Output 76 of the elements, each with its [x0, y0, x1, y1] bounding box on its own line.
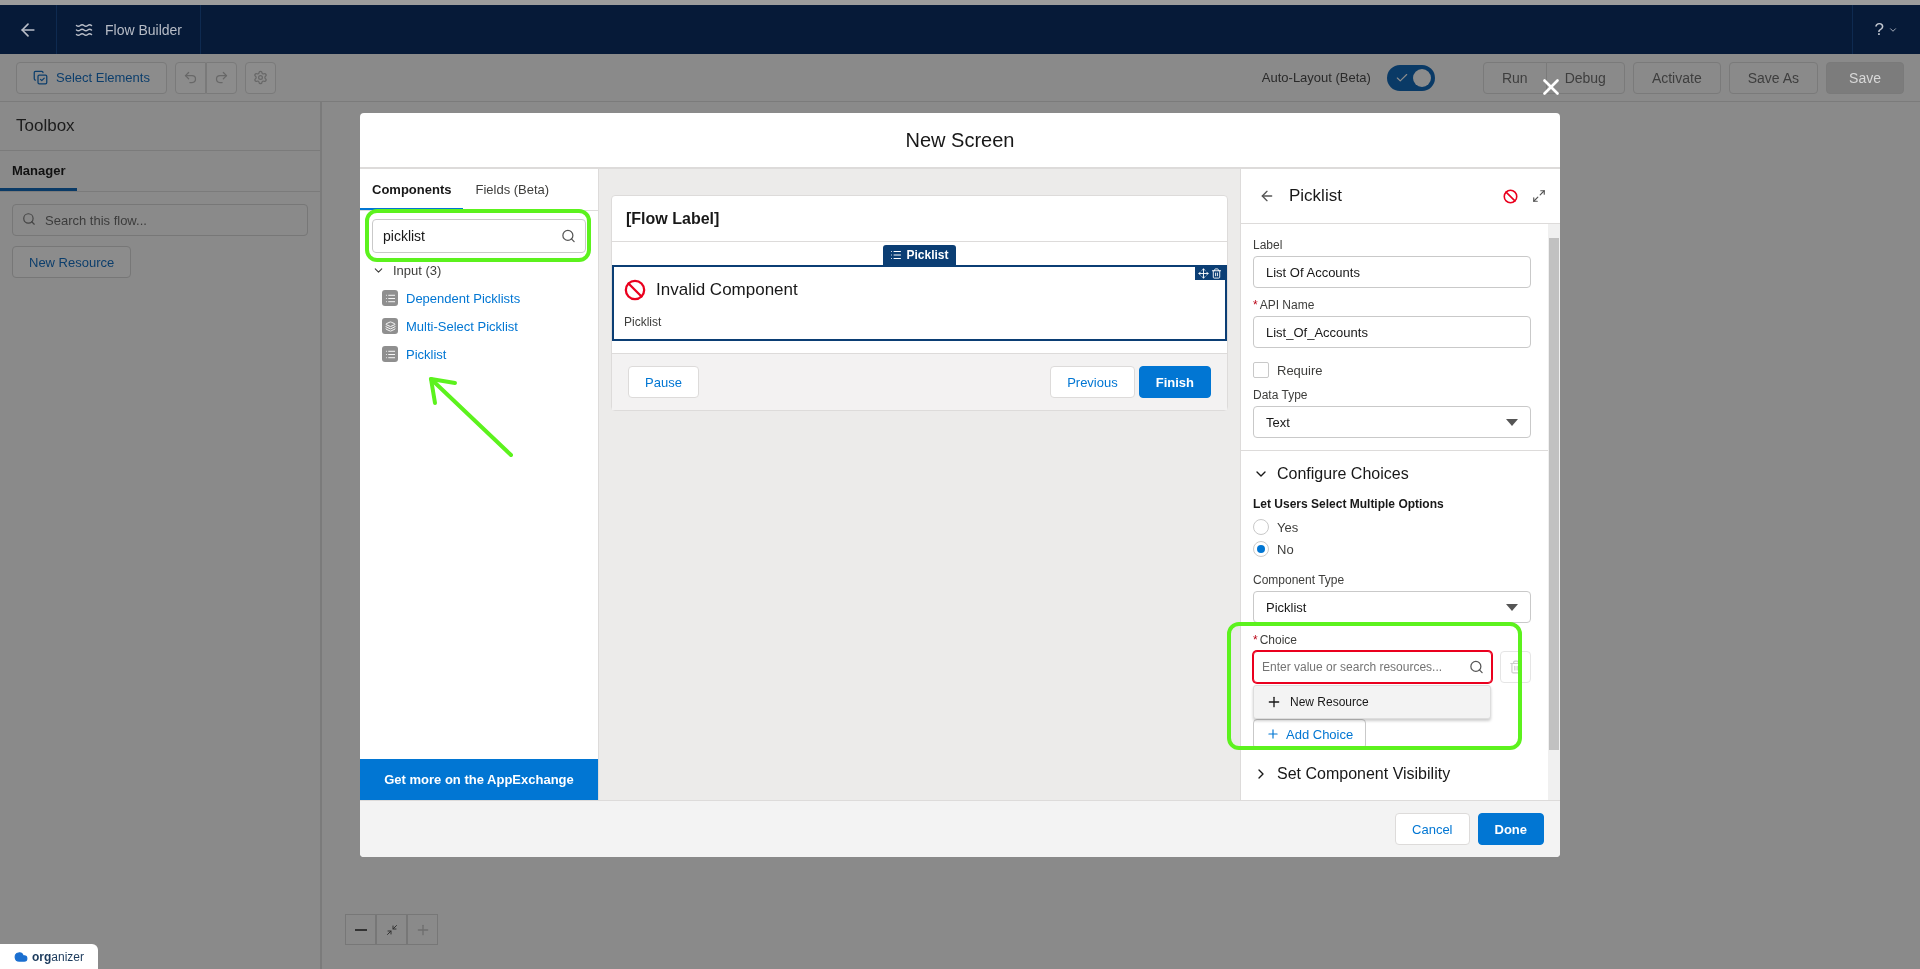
- move-delete-icon[interactable]: [1195, 267, 1225, 280]
- expand-icon[interactable]: [1532, 189, 1546, 203]
- organizer-badge[interactable]: organizer: [0, 944, 98, 969]
- radio-option[interactable]: Yes: [1253, 519, 1299, 535]
- search-field[interactable]: picklist: [372, 219, 586, 253]
- minus-icon: [354, 928, 367, 931]
- toolbox-tab[interactable]: Manager: [0, 151, 78, 191]
- list-icon: [382, 346, 398, 362]
- section-toggle[interactable]: Configure Choices: [1253, 465, 1409, 483]
- add-choice-button[interactable]: Add Choice: [1253, 719, 1367, 749]
- select-field[interactable]: Picklist: [1253, 591, 1531, 623]
- appexchange-button[interactable]: Get more on the AppExchange: [360, 759, 598, 800]
- panel-tab[interactable]: Components: [360, 169, 464, 210]
- select-elements-button[interactable]: Select Elements: [16, 61, 167, 94]
- radio-option[interactable]: No: [1253, 541, 1294, 557]
- plus-icon: [1266, 694, 1282, 710]
- section-toggle[interactable]: Set Component Visibility: [1253, 765, 1451, 783]
- field-label: Let Users Select Multiple Options: [1253, 497, 1445, 511]
- field-label: * Choice: [1253, 633, 1299, 647]
- component-subtitle: Picklist: [624, 315, 663, 329]
- undo-button[interactable]: [174, 61, 206, 94]
- zoom-out-button[interactable]: [345, 914, 376, 945]
- redo-button[interactable]: [205, 61, 237, 94]
- input-field[interactable]: List_Of_Accounts: [1253, 316, 1531, 348]
- panel-tab[interactable]: Fields (Beta): [463, 169, 562, 210]
- settings-icon: [252, 70, 268, 85]
- field-label: Label: [1253, 238, 1284, 252]
- component-item[interactable]: Picklist: [382, 346, 447, 362]
- list-icon: [890, 249, 903, 261]
- select-field[interactable]: Text: [1253, 406, 1531, 438]
- component-item[interactable]: Dependent Picklists: [382, 290, 521, 306]
- zoom-in-button[interactable]: [407, 914, 438, 945]
- done-button[interactable]: Done: [1477, 813, 1544, 845]
- panel-title: Picklist: [1289, 186, 1343, 206]
- undo-icon: [182, 70, 198, 85]
- auto-layout-toggle[interactable]: [1386, 64, 1435, 91]
- list-icon: [382, 290, 398, 306]
- nav-button[interactable]: Previous: [1050, 366, 1135, 398]
- pause-button[interactable]: Pause: [628, 366, 699, 398]
- nav-button[interactable]: Finish: [1138, 366, 1211, 398]
- menu-item[interactable]: New Resource: [1290, 695, 1369, 709]
- new-resource-button[interactable]: New Resource: [12, 246, 132, 278]
- tree-group-toggle[interactable]: Input (3): [372, 263, 442, 278]
- search-icon: [22, 212, 36, 226]
- back-arrow-icon[interactable]: [1259, 188, 1275, 204]
- app-title: Flow Builder: [105, 21, 183, 38]
- help-button[interactable]: ?: [1851, 5, 1920, 54]
- input-field[interactable]: List Of Accounts: [1253, 256, 1531, 288]
- choice-input-field[interactable]: Enter value or search resources...: [1253, 651, 1492, 683]
- search-icon: [1469, 659, 1484, 675]
- collapse-arrows-icon: [385, 923, 398, 936]
- field-label: Component Type: [1253, 573, 1346, 587]
- component-title: Invalid Component: [656, 280, 798, 300]
- cloud-icon: [14, 949, 28, 964]
- field-label: * API Name: [1253, 298, 1316, 312]
- checkbox[interactable]: [1253, 362, 1269, 378]
- cancel-button[interactable]: Cancel: [1395, 813, 1470, 845]
- select-icon: [33, 70, 48, 85]
- component-item[interactable]: Multi-Select Picklist: [382, 318, 518, 334]
- dialog-title: New Screen: [905, 128, 1015, 152]
- search-field[interactable]: Search this flow...: [12, 204, 308, 236]
- redo-icon: [213, 70, 229, 85]
- field-label: Data Type: [1253, 388, 1309, 402]
- toolbox-title: Toolbox: [0, 102, 320, 151]
- auto-layout-label: Auto-Layout (Beta): [1261, 70, 1371, 85]
- plus-icon: [1266, 727, 1280, 741]
- checkbox-label[interactable]: Require: [1253, 362, 1548, 378]
- component-frame[interactable]: Invalid Component Picklist: [612, 265, 1227, 341]
- scrollbar[interactable]: [1548, 224, 1560, 800]
- fit-view-button[interactable]: [376, 914, 407, 945]
- badge-text: organizer: [32, 949, 85, 964]
- layers-icon: [382, 318, 398, 334]
- component-tag: Picklist: [883, 245, 956, 265]
- search-icon: [561, 228, 576, 244]
- flow-label: [Flow Label]: [612, 196, 1227, 242]
- settings-button[interactable]: [244, 61, 276, 94]
